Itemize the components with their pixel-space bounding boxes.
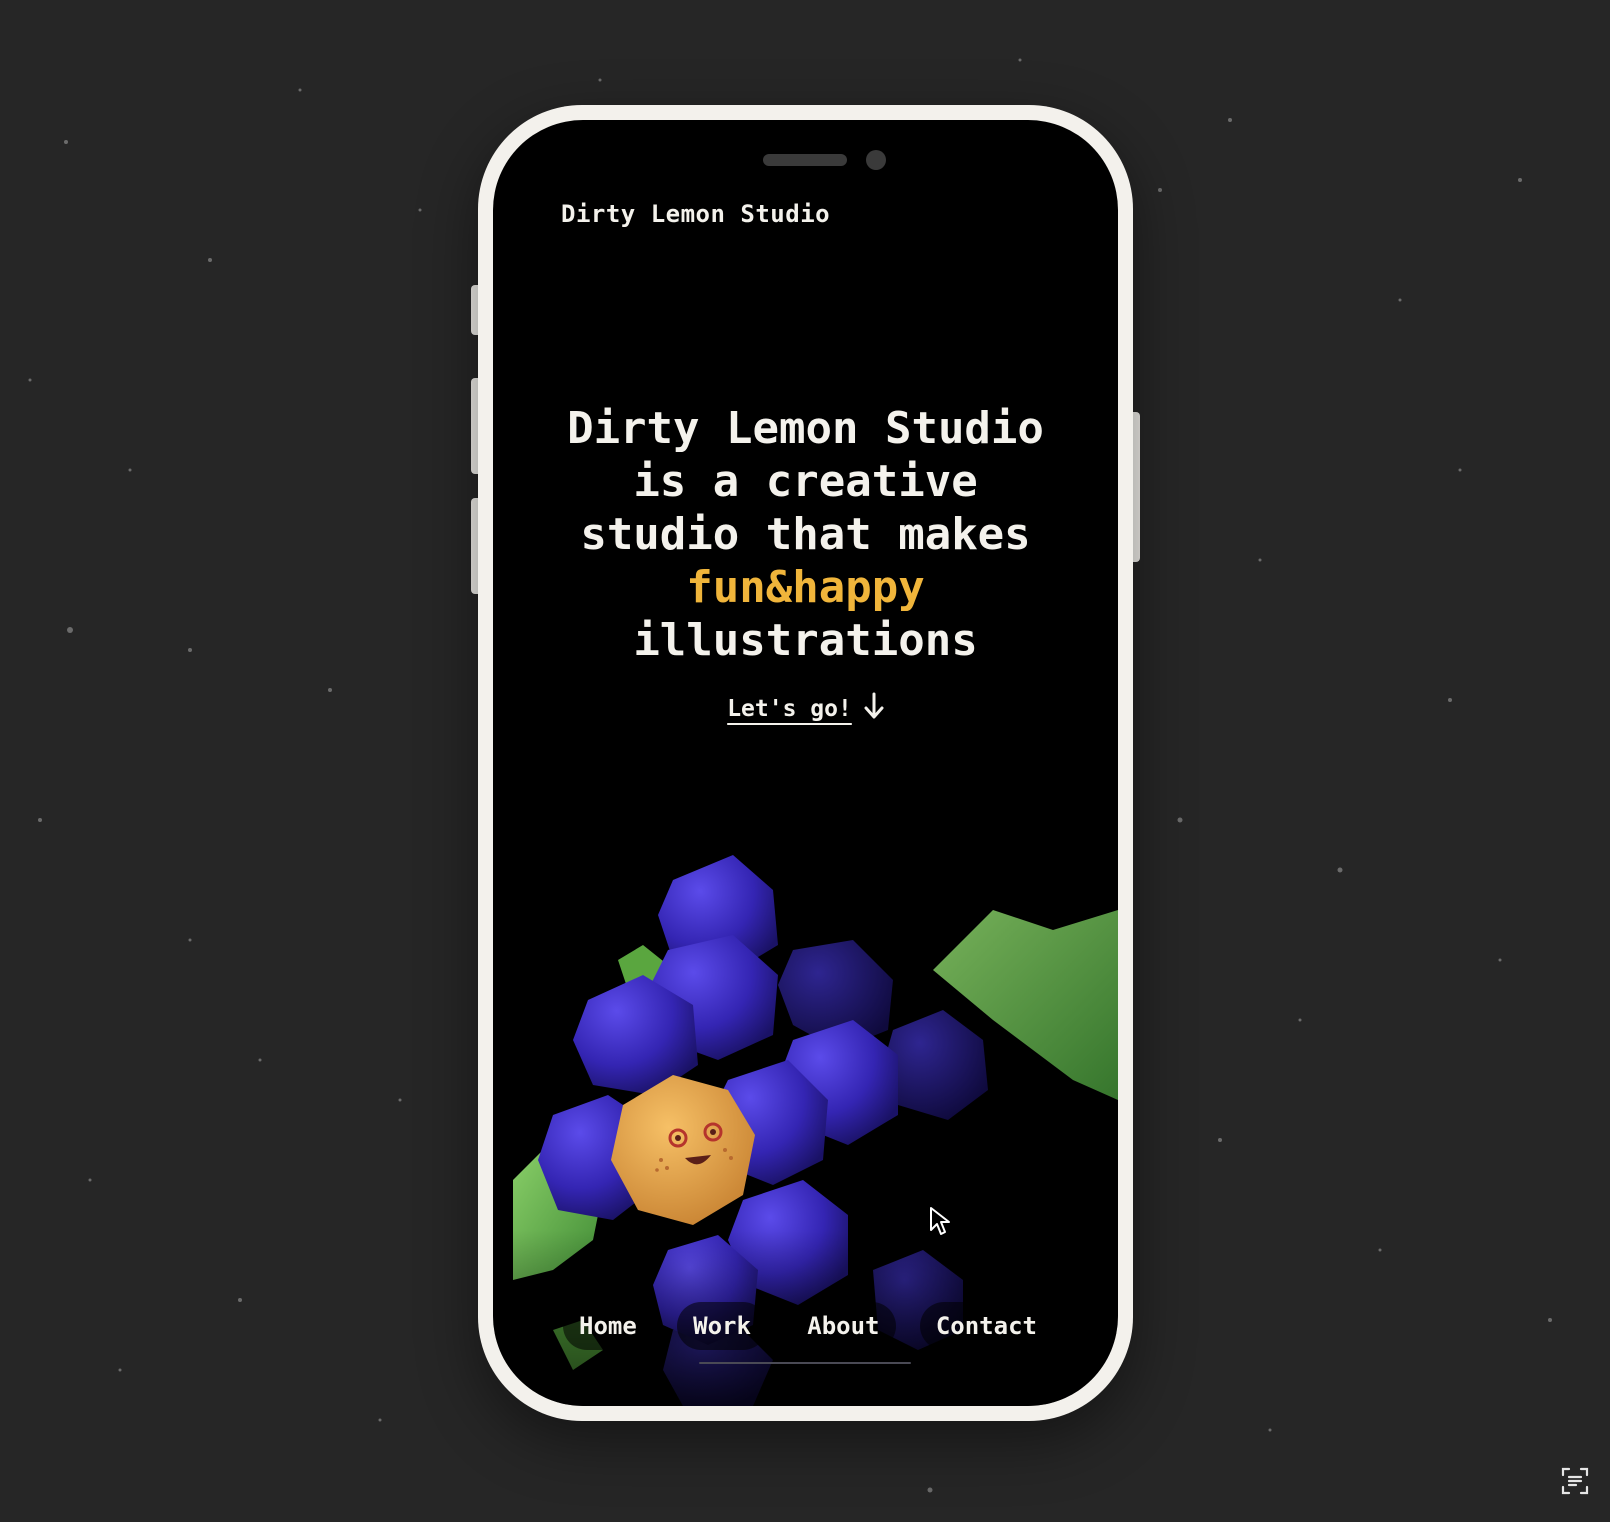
site-brand[interactable]: Dirty Lemon Studio <box>561 200 830 228</box>
phone-speaker <box>763 154 847 166</box>
home-indicator <box>699 1362 911 1364</box>
nav-about[interactable]: About <box>791 1302 896 1350</box>
nav-work[interactable]: Work <box>677 1302 767 1350</box>
lets-go-label[interactable]: Let's go! <box>727 696 852 722</box>
bottom-navigation: Home Work About Contact <box>563 1298 1053 1354</box>
hero-heading: Dirty Lemon Studio is a creative studio … <box>493 402 1118 667</box>
hero-line: is a creative <box>633 456 978 507</box>
phone-camera <box>866 150 886 170</box>
text-scan-icon[interactable] <box>1560 1466 1590 1496</box>
hero-line: studio that makes <box>580 509 1031 560</box>
hero-line: illustrations <box>633 615 978 666</box>
lets-go-link[interactable]: Let's go! <box>493 692 1118 726</box>
phone-screen: Dirty Lemon Studio Dirty Lemon Studio is… <box>493 120 1118 1406</box>
nav-home[interactable]: Home <box>563 1302 653 1350</box>
mouse-pointer-icon <box>930 1207 950 1235</box>
hero-highlight: fun&happy <box>686 562 925 613</box>
arrow-down-icon <box>864 692 884 726</box>
hero-line: Dirty Lemon Studio <box>567 403 1044 454</box>
nav-contact[interactable]: Contact <box>919 1302 1053 1350</box>
